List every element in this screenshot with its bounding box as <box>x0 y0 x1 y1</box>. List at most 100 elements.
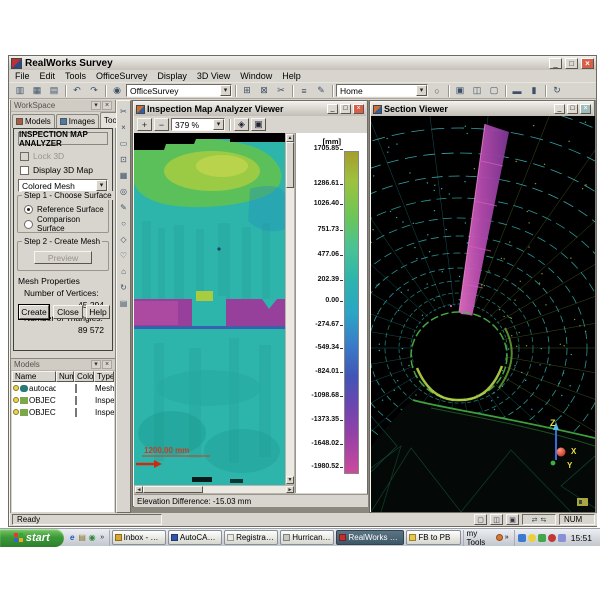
menu-officesurvey[interactable]: OfficeSurvey <box>96 71 147 81</box>
fit-view-icon[interactable]: ◈ <box>234 118 249 131</box>
table-row[interactable]: autocad... Mesh <box>12 382 114 394</box>
close-button[interactable]: × <box>353 104 364 114</box>
table-row[interactable]: OBJECT... Inspectio <box>12 394 114 406</box>
minimize-button[interactable]: _ <box>554 104 565 114</box>
refresh-icon[interactable]: ↻ <box>549 84 565 98</box>
overflow-chevron-icon[interactable]: » <box>505 534 509 541</box>
tile-horizontal-icon[interactable]: ▬ <box>509 84 525 98</box>
menu-tools[interactable]: Tools <box>65 71 86 81</box>
chevron-down-icon[interactable]: ▾ <box>213 119 224 130</box>
chevron-down-icon[interactable]: ▾ <box>220 85 231 96</box>
circle-icon[interactable]: ○ <box>117 217 130 230</box>
open-icon[interactable]: ▥ <box>12 84 28 98</box>
tile-vertical-icon[interactable]: ▮ <box>526 84 542 98</box>
overflow-chevron-icon[interactable]: » <box>98 533 107 543</box>
annotate-icon[interactable]: ✎ <box>313 84 329 98</box>
app-titlebar[interactable]: RealWorks Survey _ □ × <box>9 56 596 70</box>
pin-icon[interactable]: ▾ <box>91 101 101 110</box>
scroll-up-icon[interactable]: ▲ <box>286 134 294 142</box>
my-tools-toolbar[interactable]: my Tools » <box>463 530 512 546</box>
print-icon[interactable]: ▤ <box>46 84 62 98</box>
taskbar-task-inbox[interactable]: Inbox - Microsof... <box>112 530 166 545</box>
menu-help[interactable]: Help <box>282 71 301 81</box>
map-window-titlebar[interactable]: Inspection Map Analyzer Viewer _ □ × <box>134 102 366 116</box>
show-desktop-icon[interactable]: ▤ <box>78 533 87 543</box>
select-icon[interactable]: ⊞ <box>239 84 255 98</box>
inspection-heatmap[interactable]: 1200.00 mm <box>134 133 285 485</box>
home-icon[interactable]: ⌂ <box>117 265 130 278</box>
draw-icon[interactable]: ✎ <box>117 201 130 214</box>
models-panel-header[interactable]: Models ▾ × <box>11 359 115 371</box>
module-combobox[interactable]: OfficeSurvey ▾ <box>126 84 232 97</box>
create-button[interactable]: Create <box>19 305 49 319</box>
pin-icon[interactable]: ▾ <box>91 360 101 369</box>
display-3d-map-row[interactable]: Display 3D Map <box>20 165 93 175</box>
tray-icon[interactable] <box>538 534 546 542</box>
minimize-button[interactable]: _ <box>549 58 562 69</box>
layout-grid-icon[interactable]: ▣ <box>506 514 519 525</box>
scrollbar-thumb[interactable] <box>143 486 203 493</box>
comparison-surface-row[interactable]: Comparison Surface <box>24 219 108 229</box>
tab-images[interactable]: Images <box>56 114 99 128</box>
minimize-button[interactable]: _ <box>327 104 338 114</box>
clip-icon[interactable]: ⊠ <box>256 84 272 98</box>
snapshot-icon[interactable]: ◉ <box>109 84 125 98</box>
menu-file[interactable]: File <box>15 71 30 81</box>
layout-single-icon[interactable]: ▢ <box>474 514 487 525</box>
maximize-button[interactable]: □ <box>567 104 578 114</box>
taskbar-task-hurricane[interactable]: Hurricane - Micro... <box>280 530 334 545</box>
tray-icon[interactable] <box>518 534 526 542</box>
save-icon[interactable]: ▦ <box>29 84 45 98</box>
taskbar-task-realworks[interactable]: RealWorks Survey <box>336 530 404 545</box>
display-3d-map-checkbox[interactable] <box>20 166 29 175</box>
rect-select-icon[interactable]: ▭ <box>117 137 130 150</box>
menu-display[interactable]: Display <box>157 71 187 81</box>
close-button[interactable]: Close <box>53 305 83 319</box>
undo-icon[interactable]: ↶ <box>69 84 85 98</box>
tray-icon[interactable] <box>548 534 556 542</box>
cut-icon[interactable]: ✂ <box>273 84 289 98</box>
menu-3dview[interactable]: 3D View <box>197 71 230 81</box>
workspace-panel-header[interactable]: WorkSpace ▾ × <box>11 100 115 112</box>
internet-explorer-icon[interactable]: e <box>68 533 77 543</box>
tray-icon[interactable] <box>528 534 536 542</box>
zoom-level-combobox[interactable]: 379 % ▾ <box>171 118 225 131</box>
reference-surface-row[interactable]: Reference Surface <box>24 204 104 214</box>
menu-window[interactable]: Window <box>240 71 272 81</box>
taskbar-task-registration[interactable]: Registration Rep... <box>224 530 278 545</box>
help-button[interactable]: Help <box>86 305 110 319</box>
view-split-icon[interactable]: ◫ <box>469 84 485 98</box>
map-horizontal-scrollbar[interactable]: ◄ ► <box>134 485 295 494</box>
layout-split-icon[interactable]: ◫ <box>490 514 503 525</box>
maximize-button[interactable]: □ <box>565 58 578 69</box>
column-name[interactable]: Name <box>12 371 56 382</box>
zoom-out-icon[interactable]: − <box>154 118 169 131</box>
taskbar-task-fbtopb[interactable]: FB to PB <box>406 530 460 545</box>
preview-button[interactable]: Preview <box>34 251 92 264</box>
mode-combobox[interactable]: Home ▾ <box>336 84 428 97</box>
tab-models[interactable]: Models <box>12 114 55 128</box>
map-vertical-scrollbar[interactable]: ▲ ▼ <box>285 133 295 485</box>
lock-3d-row[interactable]: Lock 3D <box>20 151 64 161</box>
lock-3d-checkbox[interactable] <box>20 152 29 161</box>
menu-edit[interactable]: Edit <box>40 71 56 81</box>
scroll-left-icon[interactable]: ◄ <box>135 486 143 493</box>
scrollbar-thumb[interactable] <box>286 142 294 188</box>
cut-icon[interactable]: ✂ <box>117 105 130 118</box>
properties-icon[interactable]: ≡ <box>296 84 312 98</box>
visibility-bulb-icon[interactable] <box>13 397 19 403</box>
chevron-down-icon[interactable]: ▾ <box>416 85 427 96</box>
polygon-select-icon[interactable]: ⊡ <box>117 153 130 166</box>
start-button[interactable]: start <box>0 529 64 547</box>
section-window-titlebar[interactable]: Section Viewer _ □ × <box>371 102 593 116</box>
column-num[interactable]: Num... <box>56 371 74 382</box>
display-settings-icon[interactable]: ▣ <box>251 118 266 131</box>
user-icon[interactable]: ○ <box>429 84 445 98</box>
redo-icon[interactable]: ↷ <box>86 84 102 98</box>
column-color[interactable]: Color <box>74 371 94 382</box>
scroll-right-icon[interactable]: ► <box>286 486 294 493</box>
scroll-down-icon[interactable]: ▼ <box>286 476 294 484</box>
tray-icon[interactable] <box>558 534 566 542</box>
view-single-icon[interactable]: ▢ <box>486 84 502 98</box>
delete-icon[interactable]: × <box>117 121 130 134</box>
